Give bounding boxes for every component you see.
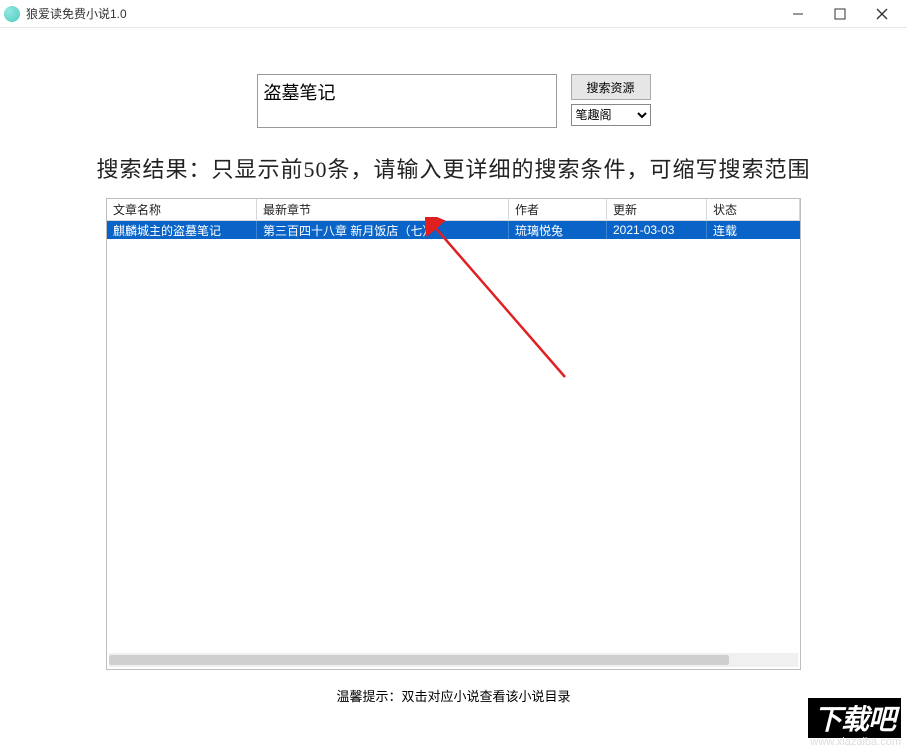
- watermark: 下载吧 www.xiazaiba.com: [808, 698, 901, 748]
- window-title: 狼爱读免费小说1.0: [26, 5, 777, 22]
- search-area: 搜索资源 笔趣阁: [20, 46, 887, 128]
- col-header-status[interactable]: 状态: [707, 199, 800, 220]
- search-input[interactable]: [257, 74, 557, 128]
- cell-status: 连载: [707, 220, 800, 241]
- col-header-name[interactable]: 文章名称: [107, 199, 257, 220]
- source-select[interactable]: 笔趣阁: [571, 104, 651, 126]
- table-row[interactable]: 麒麟城主的盗墓笔记 第三百四十八章 新月饭店（七） 琉璃悦兔 2021-03-0…: [107, 221, 800, 239]
- scroll-thumb[interactable]: [109, 655, 729, 665]
- content-area: 搜索资源 笔趣阁 搜索结果：只显示前50条，请输入更详细的搜索条件，可缩写搜索范…: [0, 28, 907, 705]
- app-icon: [4, 6, 20, 22]
- watermark-url: www.xiazaiba.com: [808, 736, 901, 748]
- cell-update: 2021-03-03: [607, 221, 707, 239]
- col-header-chapter[interactable]: 最新章节: [257, 199, 509, 220]
- search-side: 搜索资源 笔趣阁: [571, 74, 651, 126]
- col-header-author[interactable]: 作者: [509, 199, 607, 220]
- search-button[interactable]: 搜索资源: [571, 74, 651, 100]
- table-header: 文章名称 最新章节 作者 更新 状态: [107, 199, 800, 221]
- minimize-button[interactable]: [777, 1, 819, 27]
- watermark-text: 下载吧: [808, 698, 901, 738]
- result-hint: 搜索结果：只显示前50条，请输入更详细的搜索条件，可缩写搜索范围: [20, 152, 887, 184]
- cell-chapter: 第三百四十八章 新月饭店（七）: [257, 220, 509, 241]
- horizontal-scrollbar[interactable]: [109, 653, 798, 667]
- titlebar: 狼爱读免费小说1.0: [0, 0, 907, 28]
- maximize-button[interactable]: [819, 1, 861, 27]
- cell-name: 麒麟城主的盗墓笔记: [107, 220, 257, 241]
- results-table: 文章名称 最新章节 作者 更新 状态 麒麟城主的盗墓笔记 第三百四十八章 新月饭…: [106, 198, 801, 670]
- col-header-update[interactable]: 更新: [607, 199, 707, 220]
- close-button[interactable]: [861, 1, 903, 27]
- tip-text: 温馨提示：双击对应小说查看该小说目录: [20, 686, 887, 705]
- cell-author: 琉璃悦兔: [509, 220, 607, 241]
